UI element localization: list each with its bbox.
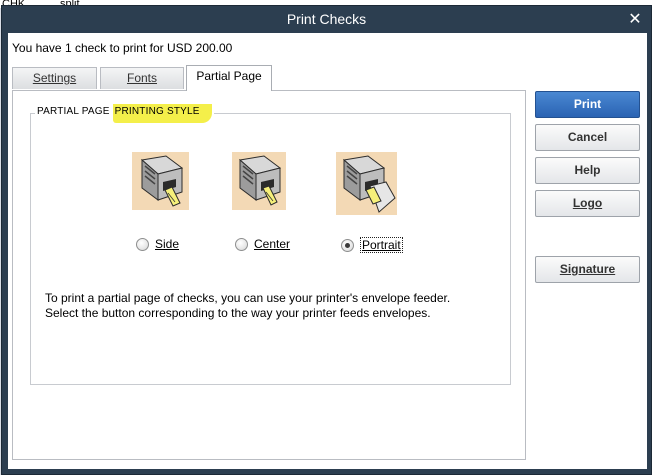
partial-page-description: To print a partial page of checks, you c…	[45, 291, 500, 321]
center-label[interactable]: Center	[254, 237, 290, 251]
print-button[interactable]: Print	[535, 91, 640, 118]
print-checks-dialog: Print Checks ✕ You have 1 check to print…	[1, 5, 652, 475]
highlighted-group-title: PRINTING STYLE	[112, 104, 212, 123]
dialog-titlebar[interactable]: Print Checks	[2, 6, 651, 33]
signature-button[interactable]: Signature	[535, 256, 640, 283]
logo-button[interactable]: Logo	[535, 190, 640, 217]
portrait-label[interactable]: Portrait	[360, 237, 403, 253]
tab-settings[interactable]: Settings	[12, 67, 97, 89]
group-title: PARTIAL PAGE PRINTING STYLE	[35, 104, 214, 123]
tab-partial-page-label: Partial Page	[196, 69, 262, 83]
dialog-title: Print Checks	[286, 11, 367, 27]
description-line-2: Select the button corresponding to the w…	[45, 306, 431, 320]
tab-fonts-label: Fonts	[126, 71, 157, 85]
portrait-radio[interactable]	[341, 238, 354, 252]
printer-side-icon[interactable]	[132, 152, 189, 210]
tab-partial-page[interactable]: Partial Page	[186, 65, 272, 91]
tab-settings-label: Settings	[32, 71, 77, 85]
printing-style-group: PARTIAL PAGE PRINTING STYLE Side Center …	[30, 104, 511, 385]
side-label[interactable]: Side	[155, 237, 179, 251]
signature-button-label: Signature	[559, 262, 616, 276]
side-option[interactable]: Side	[136, 237, 179, 251]
portrait-option[interactable]: Portrait	[341, 237, 403, 253]
printer-portrait-icon[interactable]	[336, 152, 397, 215]
tab-fonts[interactable]: Fonts	[100, 67, 184, 89]
help-button[interactable]: Help	[535, 157, 640, 184]
description-line-1: To print a partial page of checks, you c…	[45, 291, 451, 305]
group-title-prefix: PARTIAL PAGE	[37, 106, 113, 117]
center-option[interactable]: Center	[235, 237, 290, 251]
printer-center-icon[interactable]	[232, 152, 286, 210]
logo-button-label: Logo	[572, 196, 603, 210]
side-radio[interactable]	[136, 237, 149, 251]
checks-to-print-info: You have 1 check to print for USD 200.00	[12, 41, 233, 55]
close-icon[interactable]: ✕	[627, 6, 643, 33]
center-radio[interactable]	[235, 237, 248, 251]
dialog-content: You have 1 check to print for USD 200.00…	[8, 33, 647, 469]
partial-page-panel: PARTIAL PAGE PRINTING STYLE Side Center …	[12, 90, 526, 460]
cancel-button[interactable]: Cancel	[535, 124, 640, 151]
